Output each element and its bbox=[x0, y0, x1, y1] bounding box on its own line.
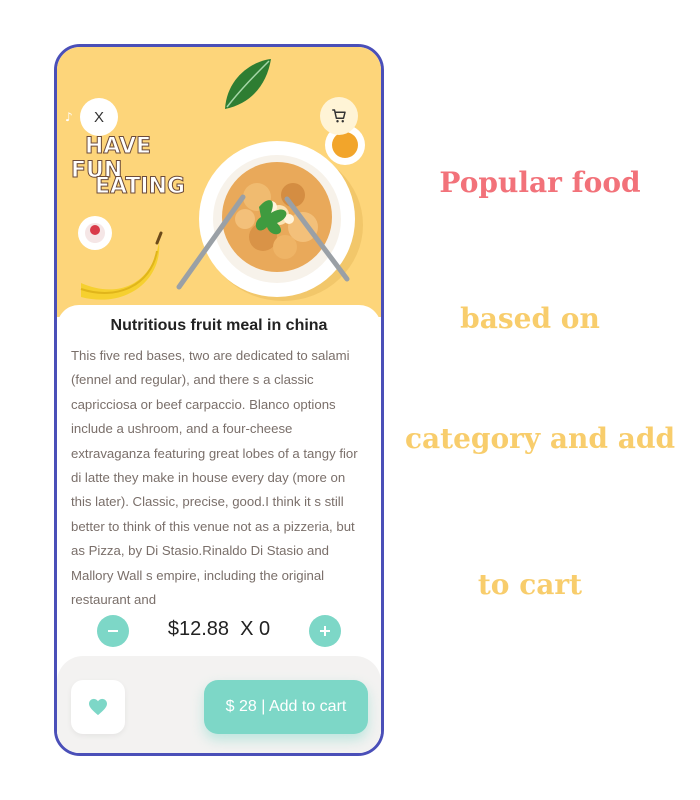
decrease-quantity-button[interactable] bbox=[97, 615, 129, 647]
caption-line-1: Popular food bbox=[439, 166, 641, 199]
add-to-cart-button[interactable]: $ 28 | Add to cart bbox=[204, 680, 368, 734]
price-quantity: $12.88 X 0 bbox=[137, 618, 301, 641]
caption-line-4: to cart bbox=[477, 568, 583, 601]
pasta bbox=[222, 162, 332, 272]
product-description: This five red bases, two are dedicated t… bbox=[71, 348, 358, 607]
increase-quantity-button[interactable] bbox=[309, 615, 341, 647]
hero-banner: ♪ HAVE FUN EATING X bbox=[57, 47, 381, 317]
product-title: Nutritious fruit meal in china bbox=[110, 317, 328, 334]
close-button[interactable]: X bbox=[80, 98, 118, 136]
phone-frame: ♪ HAVE FUN EATING X Nutritious fruit mea… bbox=[54, 44, 384, 756]
quantity-count: X 0 bbox=[240, 618, 271, 640]
favorite-button[interactable] bbox=[71, 680, 125, 734]
plus-icon bbox=[320, 626, 330, 636]
food-illustration: ♪ HAVE FUN EATING bbox=[65, 59, 365, 301]
svg-text:♪: ♪ bbox=[65, 110, 73, 124]
cart-icon bbox=[332, 109, 346, 123]
hero-text-eating: EATING bbox=[95, 174, 185, 199]
hero-text-have: HAVE bbox=[85, 134, 151, 159]
heart-icon bbox=[89, 698, 107, 716]
close-icon: X bbox=[93, 108, 104, 126]
dessert-icon bbox=[78, 216, 112, 250]
quantity-stepper: $12.88 X 0 bbox=[57, 615, 381, 651]
minus-icon bbox=[108, 630, 118, 632]
bottom-bar: $ 28 | Add to cart bbox=[57, 656, 381, 753]
cart-button[interactable] bbox=[320, 97, 358, 135]
unit-price: $12.88 bbox=[167, 618, 229, 640]
leaf-icon bbox=[225, 59, 271, 109]
caption-line-2: based on bbox=[460, 302, 600, 335]
caption-line-3: category and add bbox=[404, 422, 676, 455]
